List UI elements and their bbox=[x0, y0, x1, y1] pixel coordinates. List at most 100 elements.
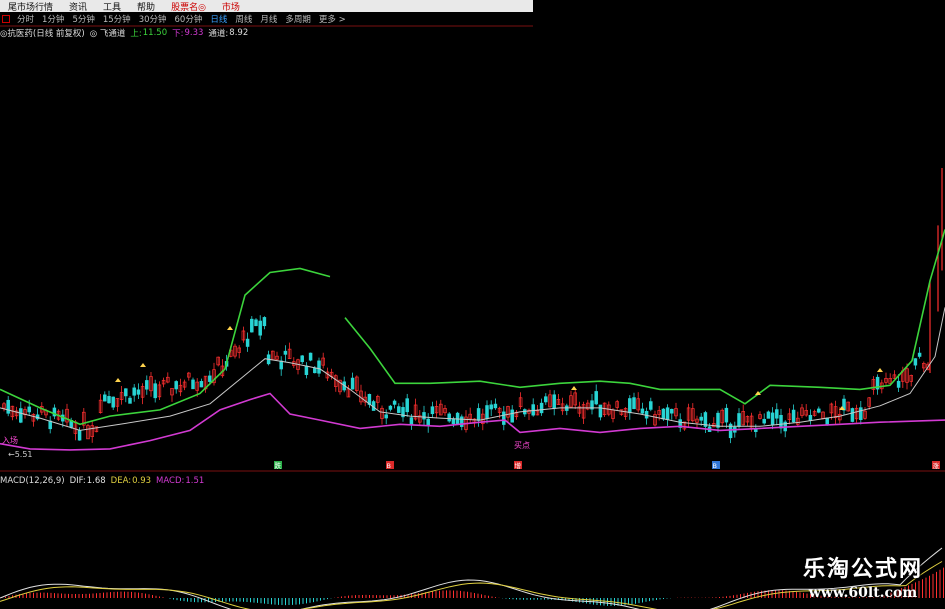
candle-body bbox=[779, 414, 783, 429]
candle-body bbox=[250, 318, 254, 333]
period-60m[interactable]: 60分钟 bbox=[171, 13, 207, 25]
candle-body bbox=[493, 403, 498, 409]
menu-item-tools[interactable]: 工具 bbox=[95, 0, 129, 13]
candle-body bbox=[174, 381, 178, 390]
menu-item-market-hot[interactable]: 市场 bbox=[214, 0, 248, 13]
candle-body bbox=[313, 368, 317, 374]
candle-body bbox=[283, 350, 288, 355]
candle-body bbox=[258, 320, 262, 336]
period-daily[interactable]: 日线 bbox=[206, 13, 231, 25]
period-1m[interactable]: 1分钟 bbox=[38, 13, 68, 25]
candle-body bbox=[489, 404, 493, 410]
mid-label: 通道: bbox=[208, 28, 229, 39]
candle-body bbox=[460, 416, 464, 427]
candle-body bbox=[850, 408, 855, 422]
macd-label: MACD: bbox=[156, 475, 185, 486]
bottom-mark-label-0: 跌 bbox=[275, 461, 282, 470]
mid-value: 8.92 bbox=[229, 27, 249, 38]
period-5m[interactable]: 5分钟 bbox=[68, 13, 98, 25]
menu-item-help[interactable]: 帮助 bbox=[129, 0, 163, 13]
candle-body bbox=[409, 417, 414, 425]
dif-value: 1.68 bbox=[86, 475, 106, 486]
candle-body bbox=[107, 396, 111, 404]
candle-body bbox=[594, 391, 598, 405]
macd-name: MACD(12,26,9) bbox=[0, 475, 65, 486]
candle-body bbox=[128, 397, 132, 404]
candle-body bbox=[208, 375, 212, 382]
candle-body bbox=[476, 408, 481, 421]
candle-body bbox=[531, 404, 535, 416]
candle-body bbox=[27, 406, 31, 413]
candle-body bbox=[632, 397, 636, 410]
candle-body bbox=[598, 404, 603, 418]
candle-body bbox=[422, 412, 426, 420]
candle-body bbox=[917, 352, 922, 357]
candle-body bbox=[304, 365, 309, 375]
candle-body bbox=[405, 398, 409, 413]
candle-body bbox=[762, 418, 766, 424]
candle-body bbox=[136, 389, 141, 395]
candle-body bbox=[791, 409, 796, 423]
bottom-mark-label-1: B bbox=[387, 462, 391, 470]
candle-body bbox=[896, 380, 901, 388]
macd-info: MACD(12,26,9) DIF: 1.68 DEA: 0.93 MACD: … bbox=[0, 475, 209, 486]
candle-body bbox=[724, 407, 729, 423]
period-weekly[interactable]: 周线 bbox=[231, 13, 256, 25]
period-monthly[interactable]: 月线 bbox=[256, 13, 281, 25]
dea-line bbox=[0, 561, 943, 609]
low-price-label: ←5.51 bbox=[8, 450, 33, 459]
candle-body bbox=[640, 408, 645, 414]
indicator-info: ◎抗医药(日线 前复权) ◎ 飞通道 上: 11.50 下: 9.33 通道: … bbox=[0, 27, 253, 39]
candle-body bbox=[775, 409, 779, 419]
period-bar: 分时 1分钟 5分钟 15分钟 30分钟 60分钟 日线 周线 月线 多周期 更… bbox=[0, 13, 350, 25]
upper-label: 上: bbox=[130, 28, 142, 39]
signal-triangle-1 bbox=[140, 363, 146, 367]
stock-title: ◎抗医药(日线 前复权) bbox=[0, 28, 85, 39]
candle-body bbox=[699, 416, 703, 421]
signal-triangle-3 bbox=[571, 386, 577, 390]
period-more[interactable]: 更多 > bbox=[315, 13, 350, 25]
candle-body bbox=[103, 394, 107, 402]
candle-body bbox=[350, 377, 355, 390]
candle-body bbox=[111, 396, 115, 408]
candle-body bbox=[262, 317, 267, 327]
menu-item-stock[interactable]: 股票名◎ bbox=[163, 0, 214, 13]
candle-body bbox=[48, 420, 52, 430]
bottom-mark-label-4: 涨 bbox=[933, 461, 940, 470]
signal-triangle-6 bbox=[877, 368, 883, 372]
signal-buy-label: 买点 bbox=[514, 441, 530, 450]
bottom-mark-label-2: 增 bbox=[515, 461, 522, 470]
candle-body bbox=[661, 408, 666, 420]
dea-label: DEA: bbox=[110, 475, 132, 486]
dea-value: 0.93 bbox=[132, 475, 152, 486]
candle-body bbox=[254, 319, 258, 327]
period-30m[interactable]: 30分钟 bbox=[135, 13, 171, 25]
channel-lines bbox=[0, 229, 945, 451]
menu-bar: 尾市场行情 资讯 工具 帮助 股票名◎ 市场 bbox=[0, 0, 533, 13]
window-icon bbox=[2, 15, 10, 23]
period-multi[interactable]: 多周期 bbox=[281, 13, 315, 25]
candle-body bbox=[426, 418, 430, 427]
candle-body bbox=[649, 401, 653, 410]
macd-value: 1.51 bbox=[185, 475, 205, 486]
chart-grid bbox=[0, 25, 945, 472]
period-15m[interactable]: 15分钟 bbox=[99, 13, 135, 25]
candle-body bbox=[199, 381, 204, 388]
candle-body bbox=[817, 408, 821, 413]
menu-item-market[interactable]: 尾市场行情 bbox=[0, 0, 61, 13]
candle-body bbox=[451, 418, 456, 425]
candle-body bbox=[245, 338, 250, 347]
candle-body bbox=[716, 412, 720, 428]
candle-body bbox=[388, 405, 393, 410]
candle-body bbox=[510, 409, 514, 423]
upper-band-line bbox=[0, 229, 945, 426]
candle-body bbox=[153, 383, 157, 399]
candle-body bbox=[665, 407, 670, 420]
menu-item-news[interactable]: 资讯 bbox=[61, 0, 95, 13]
kline-chart[interactable]: ←5.51 入场买点跌 B 增 B 涨 bbox=[0, 0, 945, 609]
watermark-title: 乐淘公式网 bbox=[802, 556, 923, 582]
period-tick[interactable]: 分时 bbox=[13, 13, 38, 25]
candle-body bbox=[145, 380, 149, 390]
candle-body bbox=[279, 360, 283, 370]
bottom-mark-label-3: B bbox=[713, 462, 717, 470]
